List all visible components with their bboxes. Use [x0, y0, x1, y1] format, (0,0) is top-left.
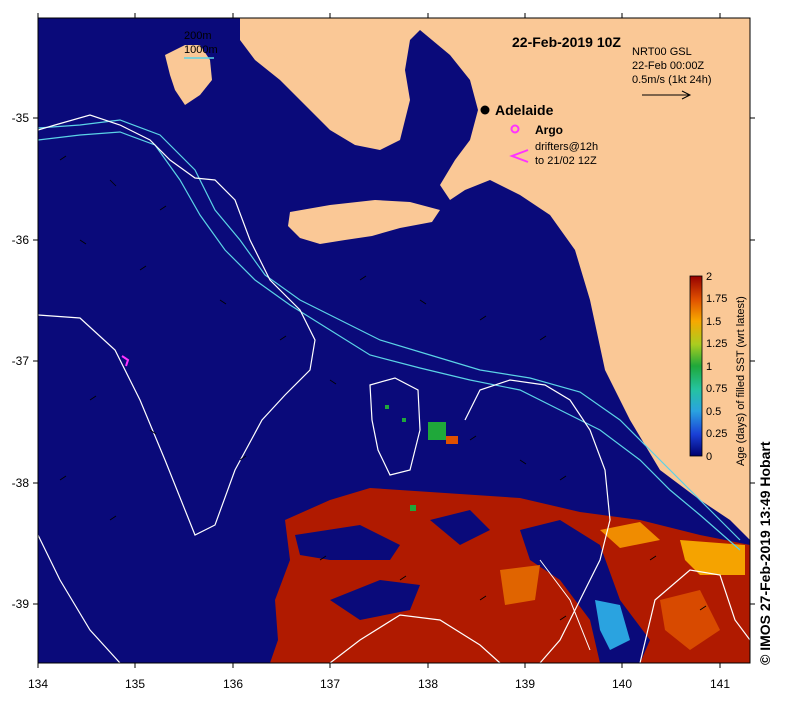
colorbar-tick-label: 1 [706, 361, 712, 373]
y-tick-label: -39 [12, 597, 30, 611]
x-tick-label: 139 [515, 677, 535, 691]
isobath-legend-1000m: 1000m [184, 44, 218, 56]
credit-text: © IMOS 27-Feb-2019 13:49 Hobart [757, 441, 773, 665]
current-legend-line2: 22-Feb 00:00Z [632, 60, 704, 72]
adelaide-marker [480, 105, 490, 115]
drifters-legend-line2: to 21/02 12Z [535, 155, 597, 167]
adelaide-label: Adelaide [495, 102, 554, 118]
map-title: 22-Feb-2019 10Z [512, 34, 621, 50]
sst-age-map: Adelaide Argo drifters@12h to 21/02 12Z … [12, 13, 755, 691]
colorbar-tick-label: 0 [706, 451, 712, 463]
colorbar-tick-label: 2 [706, 271, 712, 283]
colorbar-tick-label: 1.25 [706, 338, 727, 350]
sst-green-patch [428, 422, 446, 440]
sst-green-speck-1 [385, 405, 389, 409]
x-tick-label: 140 [612, 677, 632, 691]
sst-red-speck [446, 436, 458, 444]
colorbar-tick-label: 0.75 [706, 383, 727, 395]
isobath-legend-200m: 200m [184, 30, 212, 42]
drifters-legend-line1: drifters@12h [535, 141, 598, 153]
current-legend-line1: NRT00 GSL [632, 46, 692, 58]
y-tick-label: -37 [12, 354, 30, 368]
current-legend-line3: 0.5m/s (1kt 24h) [632, 74, 711, 86]
sst-orange-patch-3 [500, 565, 540, 605]
colorbar-label: Age (days) of filled SST (wrt latest) [735, 296, 747, 466]
colorbar-tick-label: 0.5 [706, 406, 721, 418]
x-tick-label: 138 [418, 677, 438, 691]
colorbar-tick-label: 1.75 [706, 293, 727, 305]
x-tick-label: 135 [125, 677, 145, 691]
y-tick-label: -38 [12, 476, 30, 490]
x-tick-label: 141 [710, 677, 730, 691]
sst-green-speck-3 [410, 505, 416, 511]
argo-legend-label: Argo [535, 123, 563, 137]
sst-green-speck-2 [402, 418, 406, 422]
y-tick-label: -36 [12, 233, 30, 247]
colorbar-tick-label: 0.25 [706, 428, 727, 440]
x-tick-label: 137 [320, 677, 340, 691]
x-tick-label: 134 [28, 677, 48, 691]
colorbar-tick-label: 1.5 [706, 316, 721, 328]
colorbar-gradient [689, 275, 703, 457]
y-tick-label: -35 [12, 111, 30, 125]
x-tick-label: 136 [223, 677, 243, 691]
map-plot-area: Adelaide Argo drifters@12h to 21/02 12Z … [38, 18, 750, 663]
